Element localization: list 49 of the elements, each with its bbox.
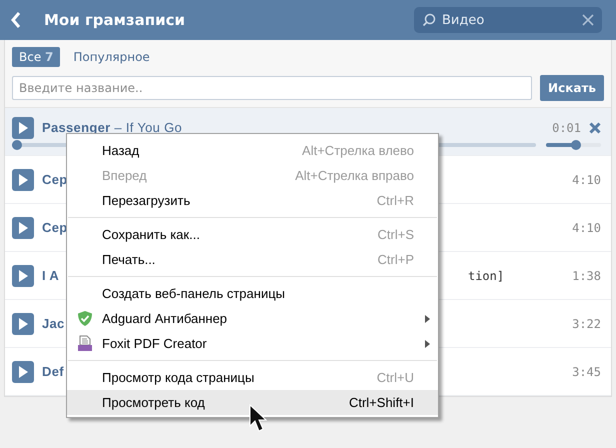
- search-button[interactable]: Искать: [540, 75, 604, 101]
- track-title: Passenger – If You Go: [42, 120, 182, 135]
- track-duration: 1:38: [572, 268, 601, 282]
- play-button[interactable]: [12, 264, 34, 286]
- menu-item[interactable]: Создать веб-панель страницы: [67, 281, 438, 306]
- menu-item[interactable]: Просмотр кода страницы Ctrl+U: [67, 365, 438, 390]
- track-title: Jac: [42, 316, 65, 331]
- track-title: I A: [42, 268, 60, 283]
- play-button[interactable]: [12, 168, 34, 190]
- track-duration: 3:22: [572, 316, 601, 330]
- menu-item[interactable]: Просмотреть код Ctrl+Shift+I: [67, 390, 438, 415]
- play-icon: [18, 122, 28, 134]
- back-icon[interactable]: [10, 12, 22, 28]
- tab[interactable]: Все 7: [12, 47, 60, 67]
- submenu-arrow-icon: [425, 340, 430, 348]
- track-duration: 4:10: [572, 172, 601, 186]
- track-title: Сер: [42, 172, 68, 187]
- menu-item[interactable]: Печать... Ctrl+P: [67, 247, 438, 272]
- menu-item[interactable]: Сохранить как... Ctrl+S: [67, 222, 438, 247]
- menu-item[interactable]: Foxit PDF Creator: [67, 331, 438, 356]
- play-icon: [18, 318, 28, 330]
- shield-icon: [77, 310, 93, 327]
- tab[interactable]: Популярное: [66, 47, 157, 67]
- play-icon: [18, 366, 28, 378]
- track-duration: 0:01: [552, 120, 581, 134]
- play-icon: [18, 222, 28, 234]
- search-field[interactable]: Видео: [414, 7, 602, 33]
- progress-slider[interactable]: [12, 140, 22, 150]
- submenu-arrow-icon: [425, 315, 430, 323]
- play-button[interactable]: [12, 116, 34, 138]
- track-duration: 4:10: [572, 220, 601, 234]
- play-icon: [18, 270, 28, 282]
- track-title-end: tion]: [468, 268, 504, 282]
- close-icon[interactable]: [582, 14, 594, 26]
- track-title: Сер: [42, 220, 68, 235]
- play-button[interactable]: [12, 360, 34, 382]
- close-icon[interactable]: [589, 122, 601, 134]
- track-duration: 3:45: [572, 364, 601, 378]
- play-icon: [18, 174, 28, 186]
- track-title: Def: [42, 364, 64, 379]
- menu-item[interactable]: Adguard Антибаннер: [67, 306, 438, 331]
- page-title: Мои грамзаписи: [44, 11, 186, 29]
- menu-item[interactable]: Перезагрузить Ctrl+R: [67, 188, 438, 213]
- play-button[interactable]: [12, 216, 34, 238]
- search-input[interactable]: Введите название..: [12, 76, 532, 100]
- pdf-file-icon: [77, 335, 93, 352]
- search-icon: [422, 13, 436, 27]
- play-button[interactable]: [12, 312, 34, 334]
- volume-slider[interactable]: [571, 140, 582, 150]
